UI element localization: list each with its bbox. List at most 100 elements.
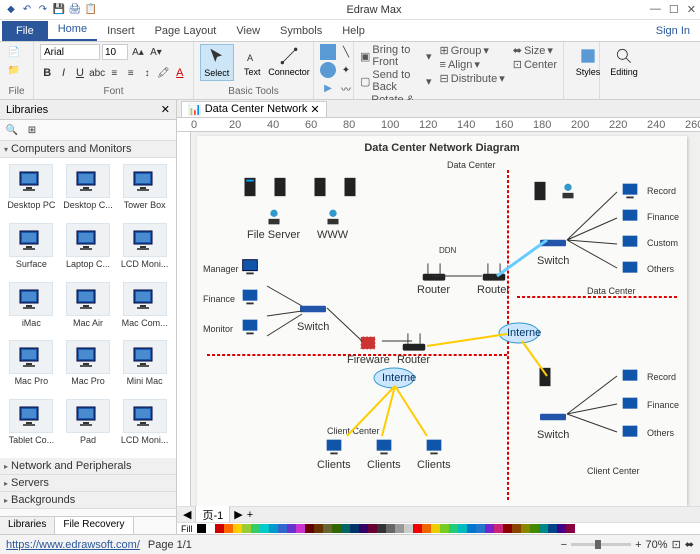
library-item[interactable]: Laptop C... <box>61 221 116 278</box>
library-item[interactable]: Desktop PC <box>4 162 59 219</box>
align-button[interactable]: ≡ Align ▾ <box>440 58 505 71</box>
color-swatch[interactable] <box>386 524 395 533</box>
switch-node[interactable]: Switch <box>537 232 569 267</box>
shape-line-icon[interactable]: ╲ <box>338 44 354 60</box>
canvas[interactable]: Data Center Network Diagram Data Center … <box>191 132 700 506</box>
server-node[interactable] <box>237 176 263 198</box>
pc-node[interactable] <box>617 258 643 280</box>
server-node[interactable] <box>307 176 333 198</box>
lib-section-servers[interactable]: Servers <box>0 475 176 492</box>
color-swatch[interactable] <box>224 524 233 533</box>
tab-insert[interactable]: Insert <box>97 21 145 41</box>
connector-tool[interactable]: Connector <box>271 44 307 81</box>
library-item[interactable]: Mac Pro <box>61 338 116 395</box>
increase-font-icon[interactable]: A▴ <box>130 44 146 60</box>
color-swatch[interactable] <box>287 524 296 533</box>
client-node[interactable]: Clients <box>417 436 451 471</box>
color-swatch[interactable] <box>242 524 251 533</box>
page[interactable]: Data Center Network Diagram Data Center … <box>197 136 687 506</box>
highlight-icon[interactable]: 🖍 <box>156 65 170 81</box>
internet-cloud[interactable]: Internet <box>497 321 541 345</box>
redo-icon[interactable]: ↷ <box>36 3 50 17</box>
bold-button[interactable]: B <box>40 65 54 81</box>
lib-section-backgrounds[interactable]: Backgrounds <box>0 492 176 509</box>
library-item[interactable]: LCD Moni... <box>117 221 172 278</box>
page-next-icon[interactable]: ▶ <box>234 508 242 521</box>
color-swatch[interactable] <box>233 524 242 533</box>
pc-node[interactable] <box>617 232 643 254</box>
tab-home[interactable]: Home <box>48 19 97 41</box>
editing-button[interactable]: Editing <box>606 44 642 79</box>
distribute-button[interactable]: ⊟ Distribute ▾ <box>440 72 505 85</box>
tab-help[interactable]: Help <box>332 21 375 41</box>
lib-section-computers[interactable]: Computers and Monitors <box>0 141 176 158</box>
lib-add-icon[interactable]: ⊞ <box>24 122 40 138</box>
color-swatch[interactable] <box>548 524 557 533</box>
color-swatch[interactable] <box>458 524 467 533</box>
document-tab[interactable]: 📊 Data Center Network ✕ <box>181 101 327 117</box>
italic-button[interactable]: I <box>56 65 70 81</box>
underline-button[interactable]: U <box>73 65 87 81</box>
select-tool[interactable]: Select <box>200 44 234 81</box>
lib-search-icon[interactable]: 🔍 <box>4 122 20 138</box>
client-node[interactable]: Clients <box>367 436 401 471</box>
tab-symbols[interactable]: Symbols <box>270 21 332 41</box>
color-swatch[interactable] <box>521 524 530 533</box>
doc-close-icon[interactable]: ✕ <box>310 103 319 116</box>
color-swatch[interactable] <box>539 524 548 533</box>
color-swatch[interactable] <box>206 524 215 533</box>
library-item[interactable]: LCD Moni... <box>117 397 172 454</box>
pc-node[interactable] <box>617 366 643 388</box>
color-swatch[interactable] <box>422 524 431 533</box>
rack-node[interactable] <box>532 366 558 388</box>
rack-node[interactable] <box>527 180 553 202</box>
shape-star-icon[interactable]: ✦ <box>338 62 354 78</box>
color-swatch[interactable] <box>296 524 305 533</box>
font-name-input[interactable] <box>40 44 100 60</box>
zoom-out-icon[interactable]: − <box>561 539 567 551</box>
pc-node[interactable] <box>617 206 643 228</box>
tab-page-layout[interactable]: Page Layout <box>145 21 227 41</box>
file-server-node[interactable]: File Server <box>247 206 300 241</box>
color-swatch[interactable] <box>512 524 521 533</box>
fireware-node[interactable]: Fireware <box>347 331 390 366</box>
router-node[interactable]: Router <box>477 261 510 296</box>
color-swatch[interactable] <box>368 524 377 533</box>
paste-icon[interactable]: 📋 <box>84 3 98 17</box>
switch-node[interactable]: Switch <box>537 406 569 441</box>
print-icon[interactable]: 🖨 <box>68 3 82 17</box>
switch-node[interactable]: Switch <box>297 298 329 333</box>
shape-tri-icon[interactable]: ▶ <box>320 80 336 96</box>
align-icon[interactable]: ≡ <box>124 65 138 81</box>
rack-user-node[interactable] <box>555 180 581 202</box>
lib-section-network[interactable]: Network and Peripherals <box>0 458 176 475</box>
spacing-icon[interactable]: ↕ <box>140 65 154 81</box>
library-item[interactable]: Surface <box>4 221 59 278</box>
font-size-input[interactable] <box>102 44 128 60</box>
sign-in-link[interactable]: Sign In <box>646 21 700 41</box>
send-back-button[interactable]: ▢ Send to Back ▾ <box>360 69 432 93</box>
lib-tab-libraries[interactable]: Libraries <box>0 517 55 534</box>
pc-node[interactable] <box>617 394 643 416</box>
group-button[interactable]: ⊞ Group ▾ <box>440 44 505 57</box>
tab-view[interactable]: View <box>226 21 270 41</box>
bring-front-button[interactable]: ▣ Bring to Front ▾ <box>360 44 432 68</box>
color-swatch[interactable] <box>251 524 260 533</box>
minimize-button[interactable]: — <box>650 3 661 16</box>
undo-icon[interactable]: ↶ <box>20 3 34 17</box>
library-item[interactable]: Desktop C... <box>61 162 116 219</box>
page-prev-icon[interactable]: ◀ <box>183 508 191 521</box>
color-swatch[interactable] <box>314 524 323 533</box>
library-item[interactable]: Tower Box <box>117 162 172 219</box>
color-swatch[interactable] <box>566 524 575 533</box>
new-icon[interactable]: 📄 <box>6 44 22 60</box>
color-swatch[interactable] <box>404 524 413 533</box>
zoom-slider[interactable] <box>571 543 631 546</box>
shape-curve-icon[interactable]: 〰 <box>338 80 354 96</box>
color-swatch[interactable] <box>359 524 368 533</box>
font-color-icon[interactable]: A <box>173 65 187 81</box>
open-icon[interactable]: 📁 <box>6 62 22 78</box>
color-swatch[interactable] <box>557 524 566 533</box>
zoom-in-icon[interactable]: + <box>635 539 641 551</box>
finance-node[interactable] <box>237 286 263 308</box>
